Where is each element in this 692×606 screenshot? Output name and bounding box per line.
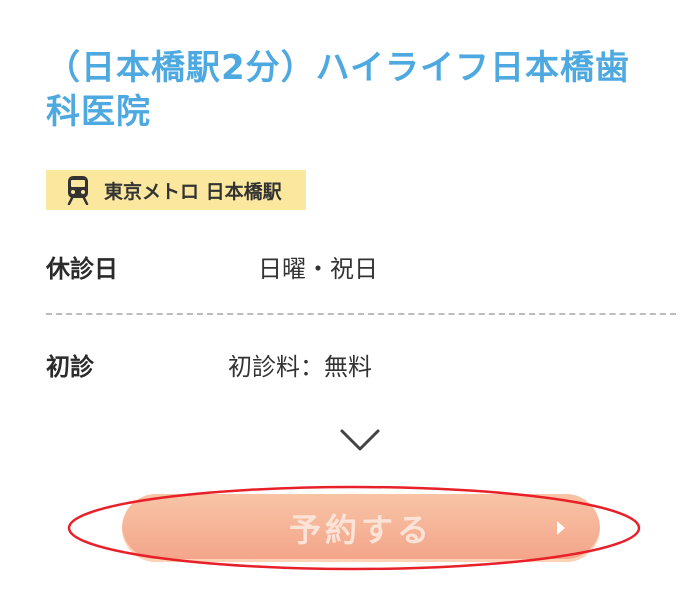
- clinic-card: （日本橋駅2分）ハイライフ日本橋歯科医院 東京メトロ 日本橋駅 休診日 日曜・祝…: [0, 0, 692, 606]
- reserve-label: 予約する: [288, 511, 433, 549]
- reserve-button[interactable]: 予約する: [122, 494, 600, 562]
- divider: [46, 313, 676, 315]
- train-icon: [67, 176, 89, 205]
- station-label: 東京メトロ 日本橋駅: [104, 180, 282, 203]
- closed-days-row: 休診日 日曜・祝日: [46, 246, 676, 286]
- chevron-right-icon: [557, 521, 565, 535]
- first-visit-label: 初診: [46, 352, 94, 381]
- closed-days-value: 日曜・祝日: [258, 254, 378, 283]
- chevron-down-icon: [340, 429, 380, 451]
- closed-days-label: 休診日: [46, 254, 118, 283]
- clinic-title[interactable]: （日本橋駅2分）ハイライフ日本橋歯科医院: [46, 46, 646, 134]
- first-visit-value: 初診料：無料: [228, 352, 372, 381]
- reserve-area: 予約する: [66, 484, 642, 574]
- first-visit-row: 初診 初診料：無料: [46, 344, 676, 384]
- expand-toggle[interactable]: [336, 424, 384, 454]
- station-badge: 東京メトロ 日本橋駅: [46, 170, 306, 210]
